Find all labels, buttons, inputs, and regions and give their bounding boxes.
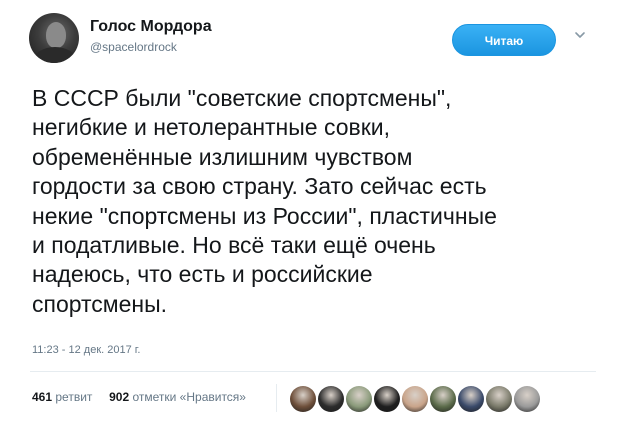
liker-avatar-5[interactable] — [402, 386, 428, 412]
retweet-count[interactable]: 461 — [32, 390, 52, 404]
avatar-shoulders — [34, 47, 76, 63]
liker-avatar-1[interactable] — [290, 386, 316, 412]
divider — [30, 371, 596, 372]
liker-avatar-3[interactable] — [346, 386, 372, 412]
author-handle[interactable]: @spacelordrock — [90, 40, 177, 54]
tweet-timestamp[interactable]: 11:23 - 12 дек. 2017 г. — [32, 344, 141, 356]
tweet-text: В СССР были "советские спортсмены", неги… — [32, 85, 497, 317]
liker-avatar-6[interactable] — [430, 386, 456, 412]
tweet-card: Голос Мордора @spacelordrock Читаю В ССС… — [0, 0, 624, 432]
following-button[interactable]: Читаю — [452, 24, 556, 56]
like-count[interactable]: 902 — [109, 390, 129, 404]
liker-avatar-9[interactable] — [514, 386, 540, 412]
author-name[interactable]: Голос Мордора — [90, 18, 212, 36]
liker-avatar-2[interactable] — [318, 386, 344, 412]
avatar-face — [46, 22, 66, 48]
chevron-down-icon[interactable] — [573, 28, 587, 42]
tweet-stats: 461 ретвит 902 отметки «Нравится» — [32, 390, 246, 404]
liker-avatar-7[interactable] — [458, 386, 484, 412]
retweet-label[interactable]: ретвит — [55, 390, 92, 404]
liker-avatar-4[interactable] — [374, 386, 400, 412]
stats-separator — [276, 384, 277, 412]
author-avatar[interactable] — [29, 13, 79, 63]
liker-avatar-8[interactable] — [486, 386, 512, 412]
like-label[interactable]: отметки «Нравится» — [132, 390, 246, 404]
